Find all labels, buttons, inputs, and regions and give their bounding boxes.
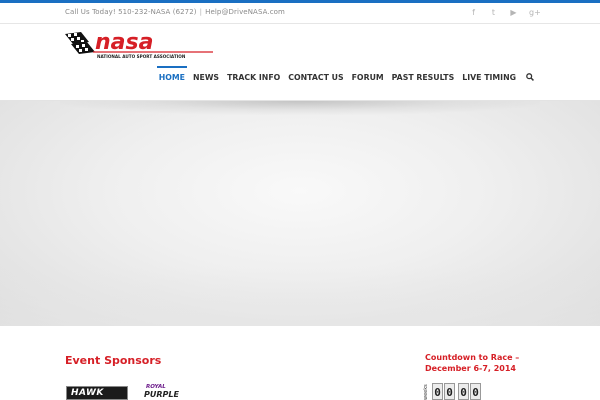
logo-tagline: NATIONAL AUTO SPORT ASSOCIATION (97, 54, 186, 59)
search-icon[interactable] (520, 73, 534, 83)
main-content: Event Sponsors HAWK ROYAL PURPLE Countdo… (0, 326, 600, 400)
site-header: nasa NATIONAL AUTO SPORT ASSOCIATION HOM… (0, 24, 600, 101)
contact-info: Call Us Today! 510-232-NASA (6272) | Help@… (65, 8, 285, 16)
countdown-group-b: 0 0 (458, 383, 481, 400)
twitter-icon[interactable]: t (489, 8, 498, 17)
countdown-digit: 0 (444, 383, 455, 400)
google-plus-icon[interactable]: g+ (529, 8, 541, 17)
sponsor-logo-hawk[interactable]: HAWK (66, 386, 128, 400)
phone-text: Call Us Today! 510-232-NASA (6272) (65, 8, 197, 16)
nasa-logo[interactable]: nasa NATIONAL AUTO SPORT ASSOCIATION (63, 30, 215, 60)
sponsor-logo-royal-purple[interactable]: ROYAL PURPLE (142, 384, 208, 400)
countdown-group-a: 0 0 (432, 383, 455, 400)
hero-top-shadow (60, 101, 540, 115)
nav-home[interactable]: HOME (155, 66, 189, 83)
hero-slider[interactable] (0, 101, 600, 326)
sponsors-heading: Event Sponsors (65, 354, 162, 367)
countdown-digit: 0 (432, 383, 443, 400)
sponsor-royal-bottom: PURPLE (144, 390, 179, 399)
logo-wordmark: nasa (95, 30, 153, 55)
hero-floor (0, 266, 600, 326)
countdown-heading: Countdown to Race – December 6-7, 2014 (425, 353, 520, 373)
youtube-icon[interactable]: ▶ (509, 8, 518, 17)
countdown-unit-label: weeks (423, 384, 429, 400)
checkered-flag-icon (65, 32, 95, 54)
main-nav: HOME NEWS TRACK INFO CONTACT US FORUM PA… (155, 66, 534, 83)
countdown-timer: weeks 0 0 0 0 (423, 383, 481, 400)
countdown-digit: 0 (458, 383, 469, 400)
email-link[interactable]: Help@DriveNASA.com (205, 8, 285, 16)
nav-forum[interactable]: FORUM (348, 73, 388, 83)
social-links: f t ▶ g+ (469, 8, 541, 17)
nav-live-timing[interactable]: LIVE TIMING (458, 73, 520, 83)
top-bar: Call Us Today! 510-232-NASA (6272) | Help@… (0, 0, 600, 24)
nav-past-results[interactable]: PAST RESULTS (388, 73, 459, 83)
nav-contact-us[interactable]: CONTACT US (284, 73, 347, 83)
contact-separator: | (199, 8, 203, 16)
nav-news[interactable]: NEWS (189, 73, 223, 83)
countdown-digit: 0 (470, 383, 481, 400)
nav-track-info[interactable]: TRACK INFO (223, 73, 284, 83)
sponsor-hawk-label: HAWK (71, 388, 104, 398)
facebook-icon[interactable]: f (469, 8, 478, 17)
